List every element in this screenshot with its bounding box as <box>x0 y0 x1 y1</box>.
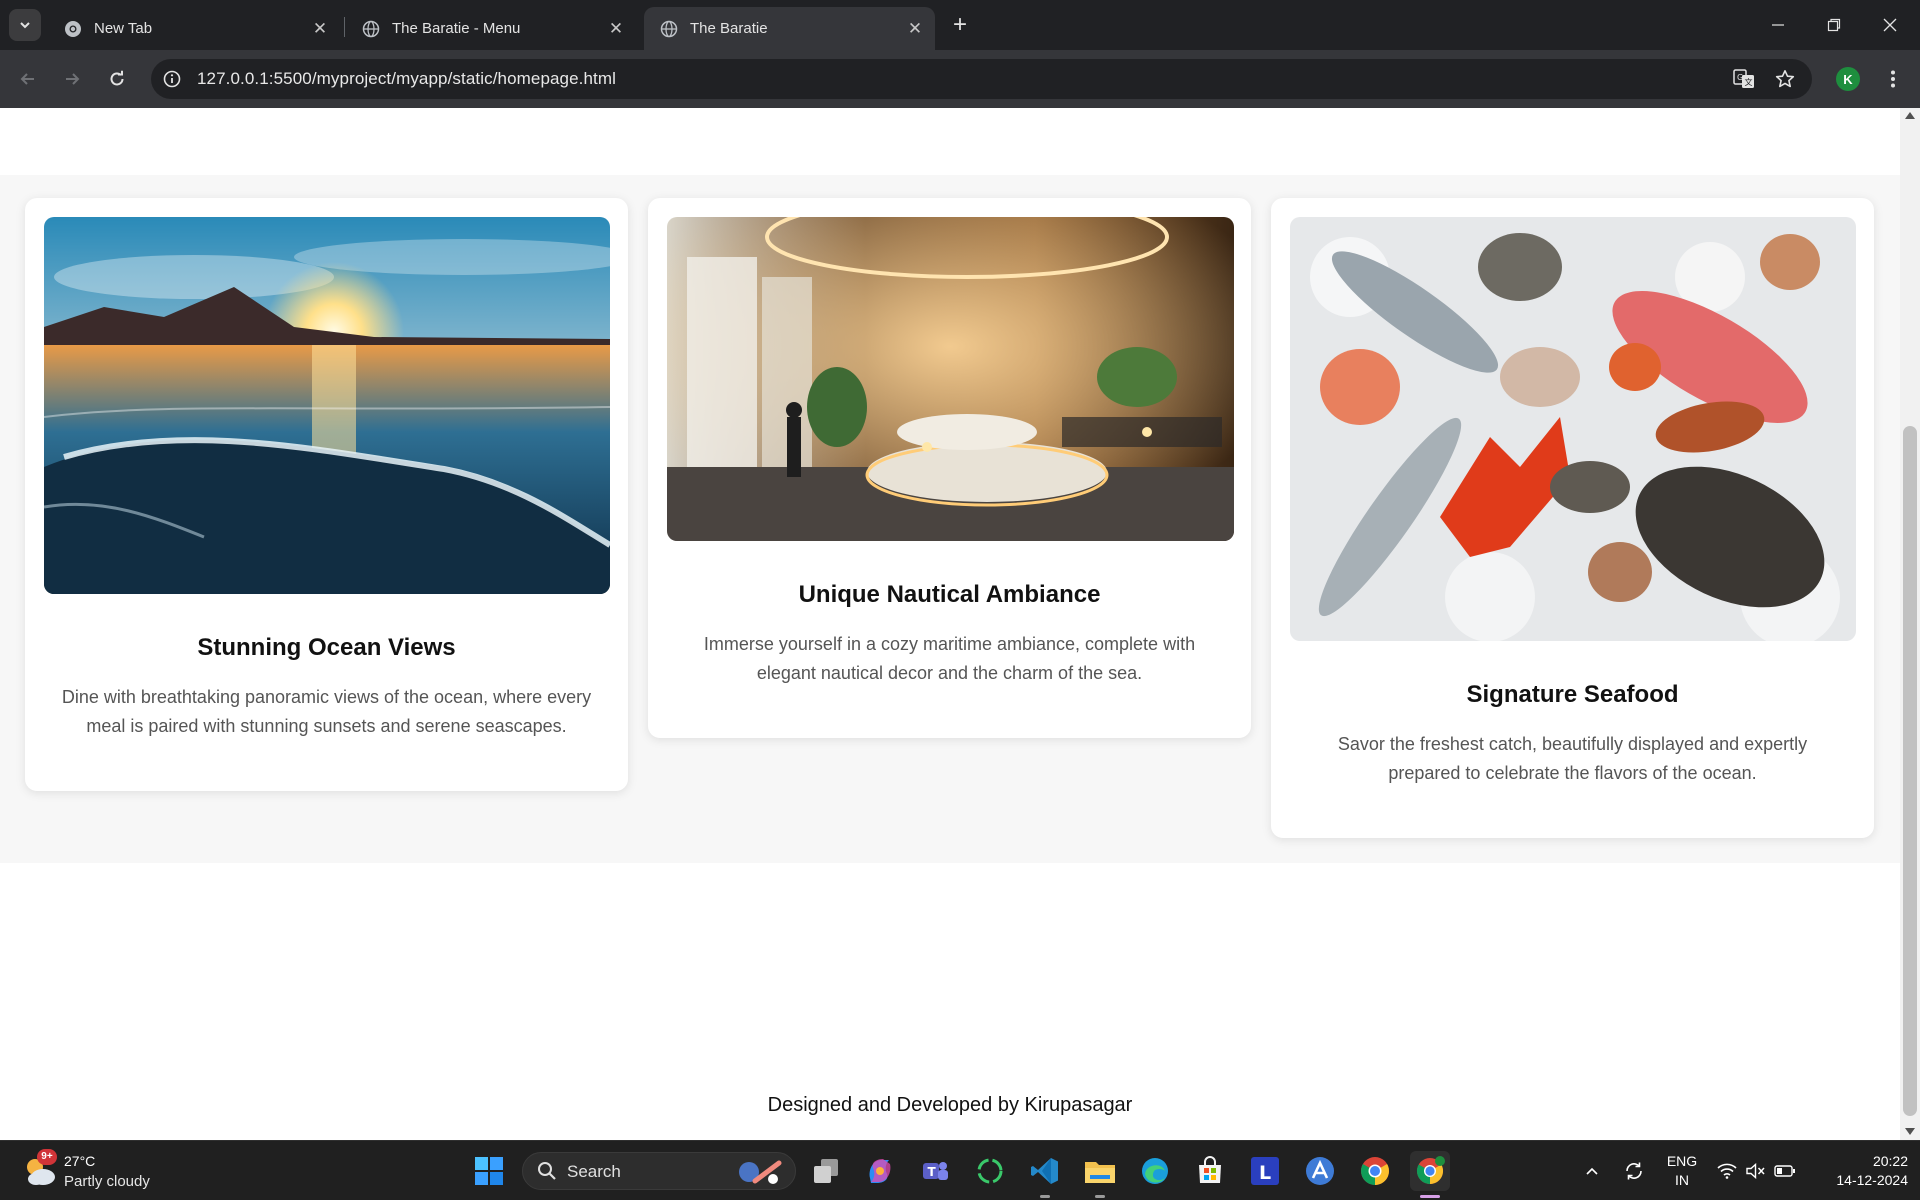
feature-description: Dine with breathtaking panoramic views o… <box>61 687 592 736</box>
arrow-right-icon <box>66 73 80 85</box>
footer-credit: Designed and Developed by Kirupasagar <box>767 1094 1133 1116</box>
site-info-icon[interactable] <box>160 67 184 91</box>
volume-muted-icon[interactable] <box>1743 1141 1769 1200</box>
file-explorer-icon[interactable] <box>1080 1151 1120 1191</box>
ocean-sunset-image <box>44 217 610 594</box>
chrome-icon <box>64 20 82 38</box>
clock-time: 20:22 <box>1872 1153 1908 1169</box>
translate-icon[interactable]: G文 <box>1732 67 1756 91</box>
weather-widget[interactable]: 9+ 27°C Partly cloudy <box>22 1149 182 1193</box>
globe-icon <box>362 20 380 38</box>
arrow-left-icon <box>20 73 34 85</box>
feature-description: Immerse yourself in a cozy maritime ambi… <box>703 634 1196 683</box>
new-tab-button[interactable]: + <box>946 11 974 39</box>
close-tab-icon[interactable]: ✕ <box>604 17 628 41</box>
close-tab-icon[interactable]: ✕ <box>903 17 927 41</box>
svg-text:L: L <box>1259 1162 1271 1184</box>
input-language-indicator[interactable]: ENG IN <box>1660 1152 1704 1190</box>
search-icon <box>537 1161 557 1186</box>
restore-icon <box>1827 18 1841 32</box>
feature-title: Stunning Ocean Views <box>197 634 456 661</box>
search-highlight-icon <box>733 1157 785 1192</box>
reload-button[interactable] <box>101 63 133 95</box>
forward-button[interactable] <box>56 63 88 95</box>
features-section: Stunning Ocean Views Dine with breathtak… <box>0 175 1900 863</box>
tab-homepage[interactable]: The Baratie ✕ <box>644 7 935 50</box>
l-app-icon[interactable]: L <box>1245 1151 1285 1191</box>
browser-toolbar: 127.0.0.1:5500/myproject/myapp/static/ho… <box>0 50 1920 108</box>
close-icon <box>1883 18 1897 32</box>
notification-badge: 9+ <box>37 1149 57 1165</box>
reload-icon <box>110 70 124 86</box>
chrome-taskbar-icon[interactable] <box>1355 1151 1395 1191</box>
minimize-button[interactable] <box>1750 0 1806 50</box>
vscode-icon[interactable] <box>1025 1151 1065 1191</box>
svg-text:G: G <box>1737 73 1743 82</box>
svg-text:T: T <box>928 1165 937 1179</box>
restore-button[interactable] <box>1806 0 1862 50</box>
search-label: Search <box>567 1162 621 1181</box>
windows-start-icon[interactable] <box>469 1151 509 1191</box>
explorer-running-indicator <box>1095 1195 1105 1198</box>
profile-avatar[interactable]: K <box>1836 67 1860 91</box>
scroll-up-arrow-icon[interactable] <box>1905 112 1915 119</box>
clock-date: 14-12-2024 <box>1836 1172 1908 1188</box>
chevron-up-icon[interactable] <box>1580 1141 1604 1200</box>
seafood-display-image <box>1290 217 1856 641</box>
region-code: IN <box>1675 1172 1689 1188</box>
page-viewport: Stunning Ocean Views Dine with breathtak… <box>0 108 1920 1140</box>
tab-strip: New Tab ✕ The Baratie - Menu ✕ The Barat… <box>0 0 1920 50</box>
feature-card-ocean-views: Stunning Ocean Views Dine with breathtak… <box>25 198 628 791</box>
restaurant-interior-image <box>667 217 1234 541</box>
back-button[interactable] <box>12 63 44 95</box>
url-text[interactable]: 127.0.0.1:5500/myproject/myapp/static/ho… <box>197 69 616 89</box>
svg-text:文: 文 <box>1745 77 1753 87</box>
feature-title: Signature Seafood <box>1466 681 1679 708</box>
minimize-icon <box>1772 24 1784 26</box>
sync-app-icon[interactable] <box>970 1151 1010 1191</box>
tab-menu[interactable]: The Baratie - Menu ✕ <box>346 7 636 50</box>
feature-card-signature-seafood: Signature Seafood Savor the freshest cat… <box>1271 198 1874 838</box>
menu-dots-icon[interactable] <box>1881 67 1905 91</box>
tab-separator <box>344 17 345 37</box>
bookmark-star-icon[interactable] <box>1773 67 1797 91</box>
battery-icon[interactable] <box>1772 1141 1798 1200</box>
taskbar-search-box[interactable]: Search <box>522 1152 796 1190</box>
microsoft-store-icon[interactable] <box>1190 1151 1230 1191</box>
edge-icon[interactable] <box>1135 1151 1175 1191</box>
close-window-button[interactable] <box>1862 0 1918 50</box>
tab-title: The Baratie - Menu <box>392 20 521 37</box>
vscode-running-indicator <box>1040 1195 1050 1198</box>
copilot-icon[interactable] <box>860 1151 900 1191</box>
tab-new-tab[interactable]: New Tab ✕ <box>48 7 340 50</box>
windows-taskbar: 9+ 27°C Partly cloudy Search T L ENG IN … <box>0 1140 1920 1200</box>
chevron-down-icon <box>20 22 30 29</box>
teams-icon[interactable]: T <box>915 1151 955 1191</box>
tab-search-button[interactable] <box>9 9 41 41</box>
feature-title: Unique Nautical Ambiance <box>798 581 1101 608</box>
chrome-profile-taskbar-icon[interactable] <box>1410 1151 1450 1191</box>
weather-condition: Partly cloudy <box>64 1173 150 1190</box>
language-code: ENG <box>1666 1153 1698 1169</box>
arc-app-icon[interactable] <box>1300 1151 1340 1191</box>
wifi-icon[interactable] <box>1714 1141 1740 1200</box>
tab-title: New Tab <box>94 20 153 37</box>
close-tab-icon[interactable]: ✕ <box>308 17 332 41</box>
feature-card-nautical-ambiance: Unique Nautical Ambiance Immerse yoursel… <box>648 198 1251 738</box>
address-bar[interactable]: 127.0.0.1:5500/myproject/myapp/static/ho… <box>151 59 1812 99</box>
task-view-icon[interactable] <box>806 1151 846 1191</box>
tab-title: The Baratie <box>690 20 768 37</box>
globe-icon <box>660 20 678 38</box>
system-clock[interactable]: 20:22 14-12-2024 <box>1812 1152 1908 1190</box>
feature-description: Savor the freshest catch, beautifully di… <box>1337 734 1808 783</box>
scroll-down-arrow-icon[interactable] <box>1905 1128 1915 1135</box>
chrome-active-indicator <box>1420 1195 1440 1198</box>
scrollbar-thumb[interactable] <box>1903 426 1917 1116</box>
weather-temperature: 27°C <box>64 1153 96 1169</box>
sync-status-icon[interactable] <box>1620 1141 1648 1200</box>
